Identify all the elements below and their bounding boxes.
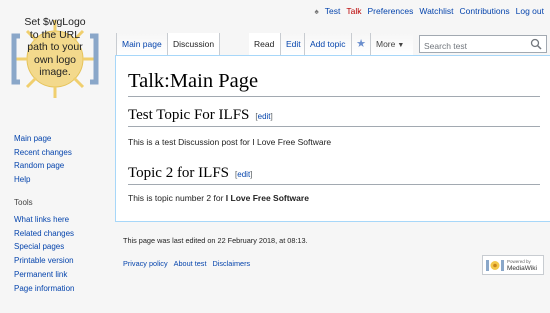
personal-tools: ♠ Test Talk Preferences Watchlist Contri… (315, 6, 544, 16)
section-text: This is a test Discussion post for I Lov… (128, 137, 332, 147)
preferences-link[interactable]: Preferences (368, 6, 414, 16)
user-page-link[interactable]: Test (325, 6, 341, 16)
site-logo[interactable]: Set $wgLogo to the URL path to your own … (10, 16, 100, 102)
search-icon[interactable] (530, 38, 542, 50)
logo-text: Set $wgLogo to the URL path to your own … (10, 16, 100, 79)
chevron-down-icon: ▼ (397, 42, 405, 49)
sidebar-item-random-page[interactable]: Random page (14, 159, 72, 173)
tab-edit[interactable]: Edit (281, 33, 305, 55)
sidebar-item-printable-version[interactable]: Printable version (14, 254, 74, 268)
logo-text-line: to the URL (29, 28, 81, 41)
watch-star-icon[interactable]: ★ (352, 33, 371, 55)
footer-links: Privacy policy About test Disclaimers (123, 259, 250, 268)
tab-read[interactable]: Read (249, 33, 281, 55)
about-link[interactable]: About test (174, 259, 207, 268)
footer-last-modified: This page was last edited on 22 February… (123, 236, 308, 245)
section-heading-text: Topic 2 for ILFS (128, 165, 230, 181)
talk-link[interactable]: Talk (346, 6, 361, 16)
sidebar-item-page-information[interactable]: Page information (14, 282, 74, 296)
section-heading-text: Test Topic For ILFS (128, 107, 250, 123)
tab-discussion[interactable]: Discussion (168, 33, 220, 55)
user-icon: ♠ (314, 6, 319, 16)
sidebar-item-permanent-link[interactable]: Permanent link (14, 268, 74, 282)
sidebar-item-special-pages[interactable]: Special pages (14, 240, 74, 254)
logo-text-line: path to your (27, 41, 83, 53)
search-box (419, 35, 547, 54)
edit-section-link[interactable]: edit (237, 170, 250, 179)
section-heading: Topic 2 for ILFS [edit] (128, 165, 540, 185)
logout-link[interactable]: Log out (516, 6, 544, 16)
more-menu[interactable]: More ▼ (371, 33, 413, 55)
tools-heading: Tools (14, 198, 33, 207)
section-text: This is topic number 2 for I Love Free S… (128, 193, 309, 203)
powered-by-label: Powered by (507, 259, 531, 264)
search-input[interactable] (420, 38, 528, 54)
privacy-policy-link[interactable]: Privacy policy (123, 259, 168, 268)
logo-text-line: own logo (33, 53, 77, 66)
sidebar-item-help[interactable]: Help (14, 173, 72, 187)
more-menu-label: More (376, 39, 396, 49)
section-text-bold: I Love Free Software (225, 193, 309, 203)
sidebar-item-what-links-here[interactable]: What links here (14, 213, 74, 227)
sidebar-item-related-changes[interactable]: Related changes (14, 227, 74, 241)
watchlist-link[interactable]: Watchlist (419, 6, 453, 16)
sidebar-item-main-page[interactable]: Main page (14, 132, 72, 146)
tab-add-topic[interactable]: Add topic (305, 33, 352, 55)
sidebar-tools: What links here Related changes Special … (14, 213, 74, 295)
mediawiki-flower-icon (486, 260, 504, 271)
sidebar-item-recent-changes[interactable]: Recent changes (14, 146, 72, 160)
edit-section-link[interactable]: edit (258, 112, 271, 121)
page-title: Talk:Main Page (128, 70, 540, 97)
sidebar-navigation: Main page Recent changes Random page Hel… (14, 132, 72, 187)
mediawiki-label: MediaWiki (507, 265, 537, 272)
section-text-plain: This is topic number 2 for (128, 193, 226, 203)
logo-text-line: Set $wgLogo (24, 16, 86, 28)
edit-section: [edit] (255, 112, 273, 121)
content-area: Talk:Main Page Test Topic For ILFS [edit]… (115, 55, 550, 222)
logo-text-line: image. (39, 66, 71, 78)
edit-section: [edit] (235, 170, 253, 179)
section-heading: Test Topic For ILFS [edit] (128, 107, 540, 127)
disclaimers-link[interactable]: Disclaimers (212, 259, 250, 268)
tab-main-page[interactable]: Main page (116, 33, 168, 55)
powered-by-mediawiki-badge[interactable]: Powered by MediaWiki (482, 255, 544, 275)
contributions-link[interactable]: Contributions (460, 6, 510, 16)
